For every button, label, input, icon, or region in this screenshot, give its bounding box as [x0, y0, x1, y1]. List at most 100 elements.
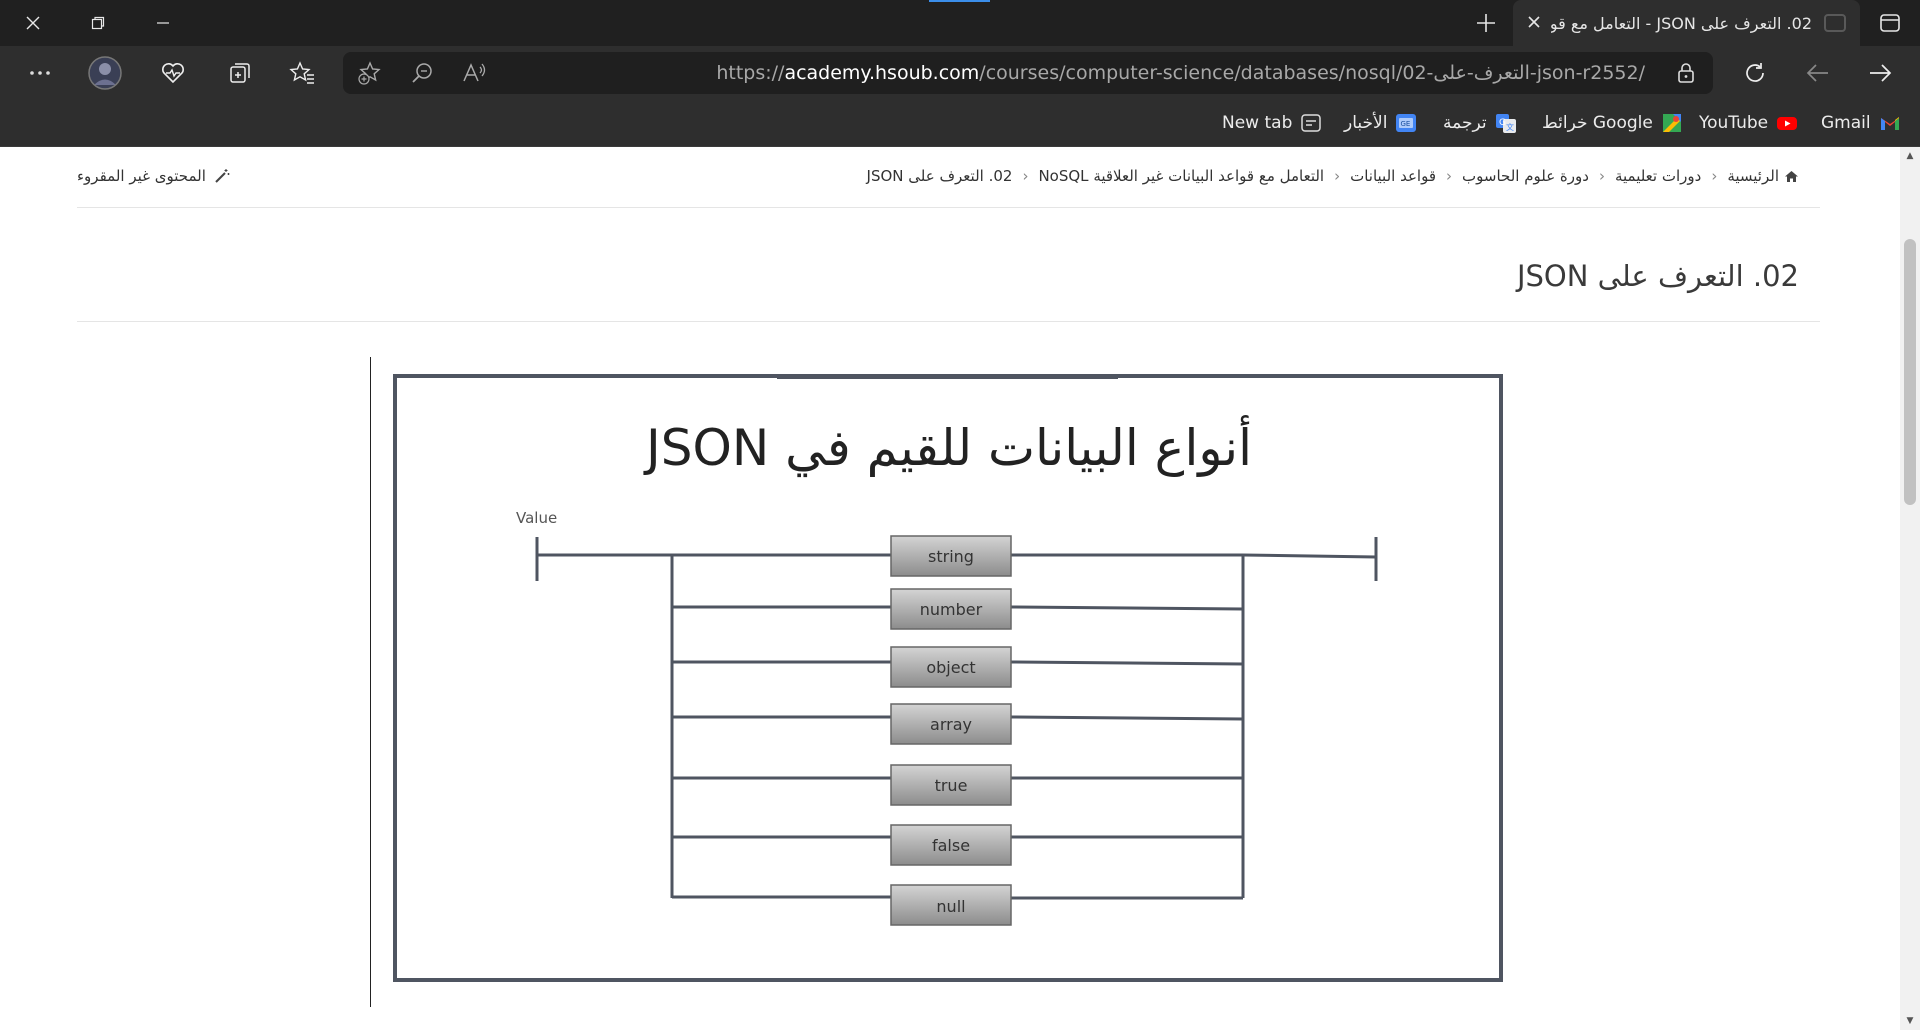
tab-favicon-icon [1824, 14, 1846, 32]
minimize-window-button[interactable] [130, 0, 195, 46]
type-label: string [928, 547, 974, 566]
url-scheme: https:// [716, 62, 785, 84]
favorite-news[interactable]: الأخبار GE [1344, 108, 1417, 138]
breadcrumb: الرئيسية ‹ دورات تعليمية ‹ دورة علوم الح… [867, 167, 1799, 185]
divider [77, 207, 1820, 208]
breadcrumb-item[interactable]: دورات تعليمية [1615, 167, 1701, 185]
home-icon [1785, 170, 1798, 182]
heartbeat-icon [162, 63, 184, 84]
news-icon: GE [1396, 114, 1417, 132]
read-aloud-button[interactable] [453, 53, 495, 93]
unread-content-label: المحتوى غير المقروء [77, 167, 206, 185]
favorites-icon [289, 61, 314, 84]
magic-wand-icon [215, 169, 230, 183]
favorite-label: New tab [1222, 113, 1293, 133]
maps-icon [1662, 114, 1681, 132]
type-label: true [935, 776, 968, 795]
arrow-left-icon [1806, 64, 1828, 82]
gmail-icon [1880, 117, 1899, 130]
zoom-button[interactable] [401, 53, 443, 93]
lock-icon [1678, 63, 1694, 83]
loading-indicator [929, 0, 990, 2]
avatar [88, 56, 122, 90]
chevron-left-icon: ‹ [1598, 167, 1605, 185]
breadcrumb-item[interactable]: قواعد البيانات [1350, 167, 1436, 185]
diagram-heading: أنواع البيانات للقيم في JSON [643, 415, 1252, 477]
url-text[interactable]: https://academy.hsoub.com/courses/comput… [716, 52, 1645, 94]
close-window-button[interactable] [0, 0, 65, 46]
collections-icon [230, 63, 250, 83]
star-add-icon [358, 61, 381, 85]
scrollbar-thumb[interactable] [1904, 239, 1916, 505]
favorite-translate[interactable]: ترجمة G文 [1443, 108, 1517, 138]
translate-icon: G文 [1495, 114, 1516, 133]
favorite-gmail[interactable]: Gmail [1821, 108, 1901, 138]
type-label: number [920, 600, 983, 619]
browser-essentials-button[interactable] [152, 53, 194, 93]
toolbar: https://academy.hsoub.com/courses/comput… [0, 46, 1920, 100]
json-types-figure: أنواع البيانات للقيم في JSON Value strin… [370, 357, 1522, 1007]
favorite-label: YouTube [1699, 113, 1769, 133]
diagram-rail-right [1242, 553, 1377, 559]
favorite-label: الأخبار [1344, 113, 1388, 133]
breadcrumb-home[interactable]: الرئيسية [1727, 167, 1799, 185]
tab-active[interactable]: 02. التعرف على JSON - التعامل مع قواعد ا… [1513, 0, 1860, 46]
favorites-bar: Gmail YouTube خرائط Google ترجمة G文 الأخ… [0, 100, 1920, 147]
chevron-left-icon: ‹ [1334, 167, 1341, 185]
unread-content-link[interactable]: المحتوى غير المقروء [77, 167, 230, 185]
restore-icon [91, 16, 104, 30]
restore-window-button[interactable] [65, 0, 130, 46]
svg-text:文: 文 [1506, 122, 1514, 132]
type-label: null [936, 897, 965, 916]
diagram-top-accent [777, 374, 1118, 379]
svg-text:G: G [1499, 118, 1506, 128]
diagram-value-label: Value [516, 509, 557, 527]
close-icon [26, 16, 39, 30]
chevron-left-icon: ‹ [1711, 167, 1718, 185]
plus-icon [1477, 14, 1495, 32]
breadcrumb-label: الرئيسية [1727, 167, 1779, 185]
add-favorite-button[interactable] [349, 53, 391, 93]
back-button[interactable] [1797, 53, 1839, 93]
chevron-left-icon: ‹ [1446, 167, 1452, 185]
settings-menu-button[interactable] [19, 53, 61, 93]
title-bar: 02. التعرف على JSON - التعامل مع قواعد ا… [0, 0, 1920, 46]
type-label: array [930, 715, 972, 734]
divider [77, 321, 1820, 322]
page-scrollbar[interactable]: ▲ ▼ [1900, 147, 1920, 1030]
more-icon [30, 71, 50, 75]
favorite-label: Gmail [1821, 113, 1871, 133]
youtube-icon [1777, 117, 1798, 130]
arrow-right-icon [1870, 64, 1892, 82]
favorite-google-maps[interactable]: خرائط Google [1542, 108, 1683, 138]
site-info-button[interactable] [1665, 53, 1707, 93]
tab-close-icon[interactable] [1527, 13, 1541, 34]
page-title: 02. التعرف على JSON [1516, 259, 1799, 293]
scroll-down-icon[interactable]: ▼ [1900, 1014, 1920, 1028]
favorite-label: ترجمة [1443, 113, 1487, 133]
type-label: object [926, 658, 975, 677]
address-bar[interactable]: https://academy.hsoub.com/courses/comput… [343, 52, 1713, 94]
url-host: academy.hsoub.com [784, 62, 980, 84]
breadcrumb-item[interactable]: التعامل مع قواعد البيانات غير العلاقية N… [1038, 167, 1324, 185]
page-content: الرئيسية ‹ دورات تعليمية ‹ دورة علوم الح… [0, 147, 1900, 1030]
zoom-icon [412, 63, 432, 83]
read-aloud-icon [463, 63, 486, 82]
collections-button[interactable] [219, 53, 261, 93]
profile-button[interactable] [84, 53, 126, 93]
breadcrumb-item[interactable]: دورة علوم الحاسوب [1462, 167, 1589, 185]
favorite-youtube[interactable]: YouTube [1699, 108, 1798, 138]
new-tab-button[interactable] [1466, 0, 1506, 46]
forward-button[interactable] [1859, 53, 1901, 93]
svg-text:GE: GE [1401, 120, 1411, 128]
refresh-button[interactable] [1734, 53, 1776, 93]
refresh-icon [1746, 63, 1764, 82]
tab-actions-button[interactable] [1860, 0, 1920, 46]
newtab-icon [1301, 114, 1322, 132]
tab-title: 02. التعرف على JSON - التعامل مع قواعد ا… [1551, 13, 1812, 33]
favorites-button[interactable] [281, 53, 323, 93]
favorite-label: خرائط Google [1542, 113, 1653, 133]
favorite-new-tab[interactable]: New tab [1222, 108, 1322, 138]
scroll-up-icon[interactable]: ▲ [1900, 149, 1920, 163]
chevron-left-icon: ‹ [1022, 167, 1029, 185]
